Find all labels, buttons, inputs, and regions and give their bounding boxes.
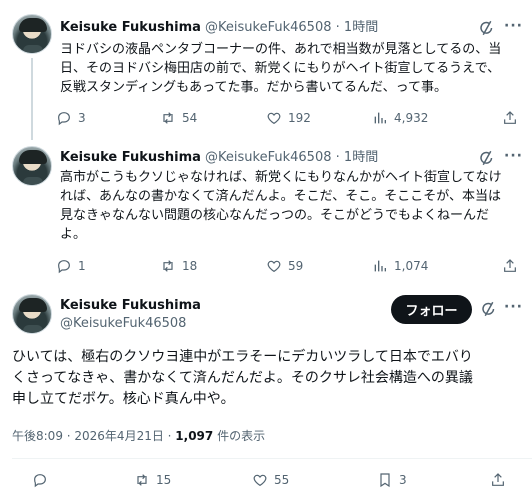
repost-button[interactable]: 18 (160, 256, 197, 276)
handle[interactable]: @KeisukeFuk46508 (205, 150, 331, 165)
text-line: 見なきゃなんない問題の核心なんだっつの。そこがどうでもよくねーんだ (60, 208, 490, 223)
repost-count: 15 (156, 473, 172, 487)
text-line: 申し立てだボケ。核心ド真ん中や。 (12, 391, 235, 407)
reply-button[interactable] (32, 470, 54, 490)
tweet-2[interactable]: Keisuke Fukushima @KeisukeFuk46508 · 1時間… (0, 140, 532, 280)
like-count: 59 (288, 259, 304, 273)
divider (12, 458, 532, 459)
repost-icon (160, 258, 176, 274)
thread-line (31, 58, 33, 140)
separator: · (335, 150, 340, 165)
reply-icon (56, 110, 72, 126)
reply-button[interactable]: 1 (56, 256, 86, 276)
reply-button[interactable]: 3 (56, 108, 86, 128)
grok-icon[interactable] (480, 300, 498, 318)
main-tweet-name[interactable]: Keisuke Fukushima (60, 298, 201, 314)
view-count: 1,074 (394, 259, 429, 273)
action-bar: 3 54 192 4,932 (56, 108, 526, 128)
repost-icon (134, 472, 150, 488)
main-tweet-text: ひいては、極右のクソウヨ連中がエラそーにデカいツラして日本でエバり くさってなき… (12, 347, 522, 410)
timestamp[interactable]: 1時間 (344, 20, 378, 35)
separator: · (335, 20, 340, 35)
view-count: 1,097 (175, 429, 214, 443)
handle[interactable]: @KeisukeFuk46508 (60, 316, 186, 331)
text-line: 反戦スタンディングもあってた事。だから書いてるんだ、って事。 (60, 80, 448, 95)
share-button[interactable] (502, 108, 524, 128)
repost-count: 54 (182, 111, 198, 125)
bookmark-button[interactable]: 3 (377, 470, 407, 490)
tweet-1[interactable]: Keisuke Fukushima @KeisukeFuk46508 · 1時間… (0, 0, 532, 140)
text-line: れば、あんなの書かなくて済んだんよ。そこだ、そこ。そここそが、本当は (60, 189, 501, 204)
display-name[interactable]: Keisuke Fukushima (60, 150, 201, 165)
view-suffix: 件の表示 (213, 429, 266, 443)
main-action-bar: 15 55 3 (32, 470, 512, 490)
view-count: 4,932 (394, 111, 429, 125)
views-icon (372, 258, 388, 274)
views-icon (372, 110, 388, 126)
views-button[interactable]: 4,932 (372, 108, 428, 128)
like-count: 55 (274, 473, 290, 487)
grok-icon[interactable] (478, 19, 496, 37)
like-icon (266, 110, 282, 126)
like-button[interactable]: 55 (252, 470, 289, 490)
timestamp[interactable]: 1時間 (344, 150, 378, 165)
reply-count: 1 (78, 259, 86, 273)
grok-icon[interactable] (478, 149, 496, 167)
tweet-header: Keisuke Fukushima @KeisukeFuk46508 · 1時間 (60, 20, 378, 36)
follow-button[interactable]: フォロー (391, 295, 472, 324)
repost-count: 18 (182, 259, 198, 273)
text-line: 高市がこうもクソじゃなければ、新党くにもりなんかがヘイト街宣してなけ (60, 170, 502, 185)
reply-count: 3 (78, 111, 86, 125)
avatar[interactable] (12, 294, 52, 334)
bookmark-count: 3 (399, 473, 407, 487)
more-icon[interactable]: ··· (504, 299, 523, 315)
share-button[interactable] (490, 470, 512, 490)
avatar[interactable] (12, 146, 52, 186)
reply-icon (32, 472, 48, 488)
repost-icon (160, 110, 176, 126)
tweet-header: Keisuke Fukushima @KeisukeFuk46508 · 1時間 (60, 150, 378, 166)
post-timestamp[interactable]: 午後8:09 · 2026年4月21日 · (12, 429, 175, 443)
like-icon (266, 258, 282, 274)
display-name[interactable]: Keisuke Fukushima (60, 20, 201, 35)
share-button[interactable] (502, 256, 524, 276)
main-tweet-meta: 午後8:09 · 2026年4月21日 · 1,097 件の表示 (12, 428, 265, 444)
share-icon (502, 110, 518, 126)
handle[interactable]: @KeisukeFuk46508 (205, 20, 331, 35)
more-icon[interactable]: ··· (504, 18, 523, 34)
text-line: ひいては、極右のクソウヨ連中がエラそーにデカいツラして日本でエバり (12, 349, 473, 365)
more-icon[interactable]: ··· (504, 148, 523, 164)
tweet-text: ヨドバシの液晶ペンタブコーナーの件、あれで相当数が見落としてるの、当 日、そのヨ… (60, 40, 520, 97)
tweet-text: 高市がこうもクソじゃなければ、新党くにもりなんかがヘイト街宣してなけ れば、あん… (60, 168, 520, 244)
text-line: よ。 (60, 227, 87, 242)
action-bar: 1 18 59 1,074 (56, 256, 526, 276)
repost-button[interactable]: 15 (134, 470, 171, 490)
avatar[interactable] (12, 14, 52, 54)
display-name[interactable]: Keisuke Fukushima (60, 298, 201, 313)
like-button[interactable]: 192 (266, 108, 311, 128)
like-count: 192 (288, 111, 311, 125)
repost-button[interactable]: 54 (160, 108, 197, 128)
reply-icon (56, 258, 72, 274)
like-icon (252, 472, 268, 488)
bookmark-icon (377, 472, 393, 488)
text-line: 日、そのヨドバシ梅田店の前で、新党くにもりがヘイト街宣してるうえで、 (60, 61, 501, 76)
text-line: ヨドバシの液晶ペンタブコーナーの件、あれで相当数が見落としてるの、当 (60, 42, 502, 57)
views-button[interactable]: 1,074 (372, 256, 428, 276)
main-tweet-handle[interactable]: @KeisukeFuk46508 (60, 316, 186, 332)
like-button[interactable]: 59 (266, 256, 303, 276)
share-icon (502, 258, 518, 274)
share-icon (490, 472, 506, 488)
text-line: くさってなきゃ、書かなくて済んだんだよ。そのクサレ社会構造への異議 (12, 370, 473, 386)
